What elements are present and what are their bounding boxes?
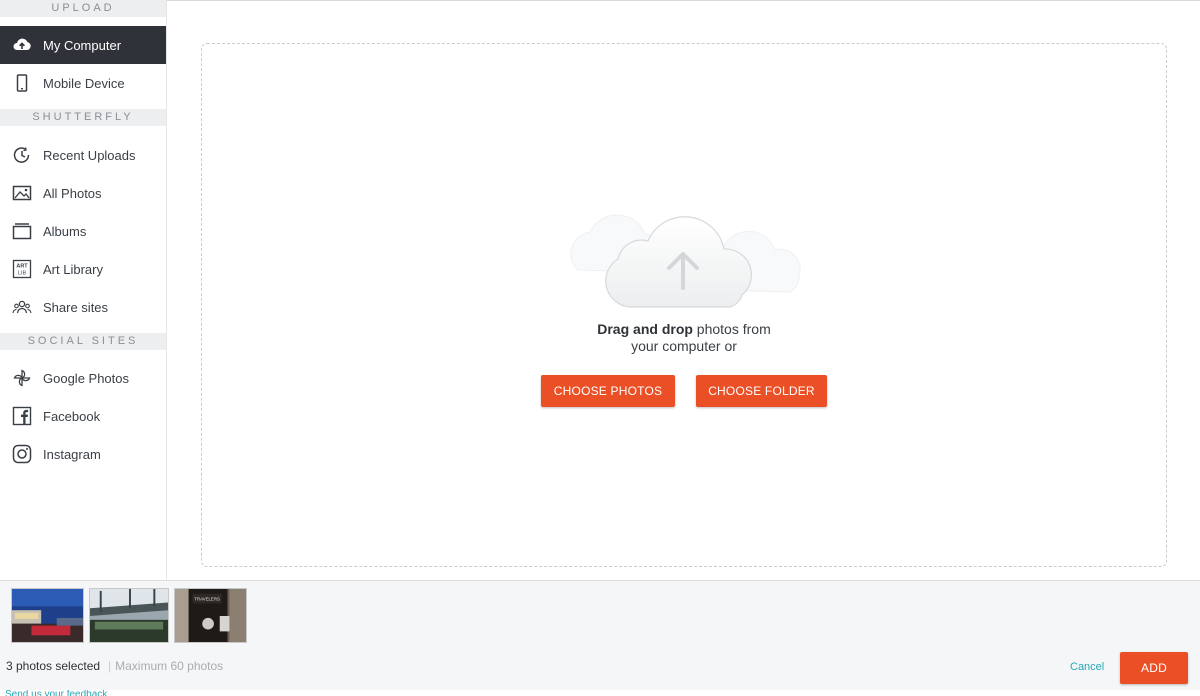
sidebar-item-label: Recent Uploads — [43, 147, 136, 163]
svg-text:ART: ART — [16, 264, 28, 270]
thumbnail-1[interactable] — [11, 588, 84, 643]
section-header-shutterfly: SHUTTERFLY — [0, 109, 166, 126]
drop-instructions-line1: photos from — [692, 321, 771, 337]
album-icon — [12, 221, 32, 241]
google-photos-icon — [12, 368, 32, 388]
sidebar-item-google-photos[interactable]: Google Photos — [0, 359, 166, 397]
source-sidebar: UPLOAD My Computer Mobile Device SHUTTER… — [0, 0, 167, 580]
drop-instructions-bold: Drag and drop — [597, 321, 693, 337]
max-photos-text: Maximum 60 photos — [115, 659, 224, 673]
cloud-upload-icon — [12, 35, 32, 55]
section-header-social-sites: SOCIAL SITES — [0, 333, 166, 350]
thumbnail-2[interactable] — [89, 588, 169, 643]
svg-text:LIB: LIB — [18, 271, 27, 277]
art-library-icon: ART LIB — [12, 259, 32, 279]
separator: | — [108, 659, 112, 673]
sidebar-item-label: Facebook — [43, 408, 101, 424]
selection-tray: TRAVELERS 3 photos selected | Maximum 60 … — [0, 580, 1200, 690]
sidebar-item-label: Share sites — [43, 299, 109, 315]
selected-count: 3 photos selected — [6, 659, 101, 673]
sidebar-item-recent-uploads[interactable]: Recent Uploads — [0, 136, 166, 174]
instagram-icon — [12, 444, 32, 464]
drop-instructions: Drag and drop photos from your computer … — [534, 321, 834, 355]
sidebar-item-mobile-device[interactable]: Mobile Device — [0, 64, 166, 102]
cloud-upload-icon — [570, 214, 801, 308]
sidebar-item-share-sites[interactable]: Share sites — [0, 288, 166, 326]
sidebar-item-label: Google Photos — [43, 370, 130, 386]
section-header-upload: UPLOAD — [0, 0, 166, 17]
sidebar-item-label: Albums — [43, 223, 87, 239]
thumbnail-3[interactable]: TRAVELERS — [174, 588, 247, 643]
photo-upload-dialog: UPLOAD My Computer Mobile Device SHUTTER… — [0, 0, 1200, 696]
sidebar-item-label: Instagram — [43, 446, 101, 462]
sidebar-item-art-library[interactable]: ART LIB Art Library — [0, 250, 166, 288]
sidebar-item-label: My Computer — [43, 37, 122, 53]
max-photos-note: | Maximum 60 photos — [108, 659, 223, 673]
mobile-device-icon — [12, 73, 32, 93]
choose-folder-button[interactable]: CHOOSE FOLDER — [696, 375, 827, 407]
share-sites-icon — [12, 297, 32, 317]
sidebar-item-label: Art Library — [43, 261, 103, 277]
sidebar-item-label: All Photos — [43, 185, 102, 201]
choose-photos-button[interactable]: CHOOSE PHOTOS — [541, 375, 675, 407]
sidebar-item-facebook[interactable]: Facebook — [0, 397, 166, 435]
sidebar-item-albums[interactable]: Albums — [0, 212, 166, 250]
facebook-icon — [12, 406, 32, 426]
thumbnail-3-sign: TRAVELERS — [194, 597, 220, 602]
sidebar-item-my-computer[interactable]: My Computer — [0, 26, 166, 64]
cancel-link[interactable]: Cancel — [1070, 661, 1104, 673]
add-button[interactable]: ADD — [1120, 652, 1188, 684]
recent-clock-icon — [12, 145, 32, 165]
sidebar-item-label: Mobile Device — [43, 75, 125, 91]
photo-icon — [12, 183, 32, 203]
sidebar-item-instagram[interactable]: Instagram — [0, 435, 166, 473]
top-divider — [0, 0, 1200, 1]
feedback-link[interactable]: Send us your feedback — [5, 690, 107, 696]
sidebar-item-all-photos[interactable]: All Photos — [0, 174, 166, 212]
drop-instructions-line2: your computer or — [631, 338, 737, 354]
